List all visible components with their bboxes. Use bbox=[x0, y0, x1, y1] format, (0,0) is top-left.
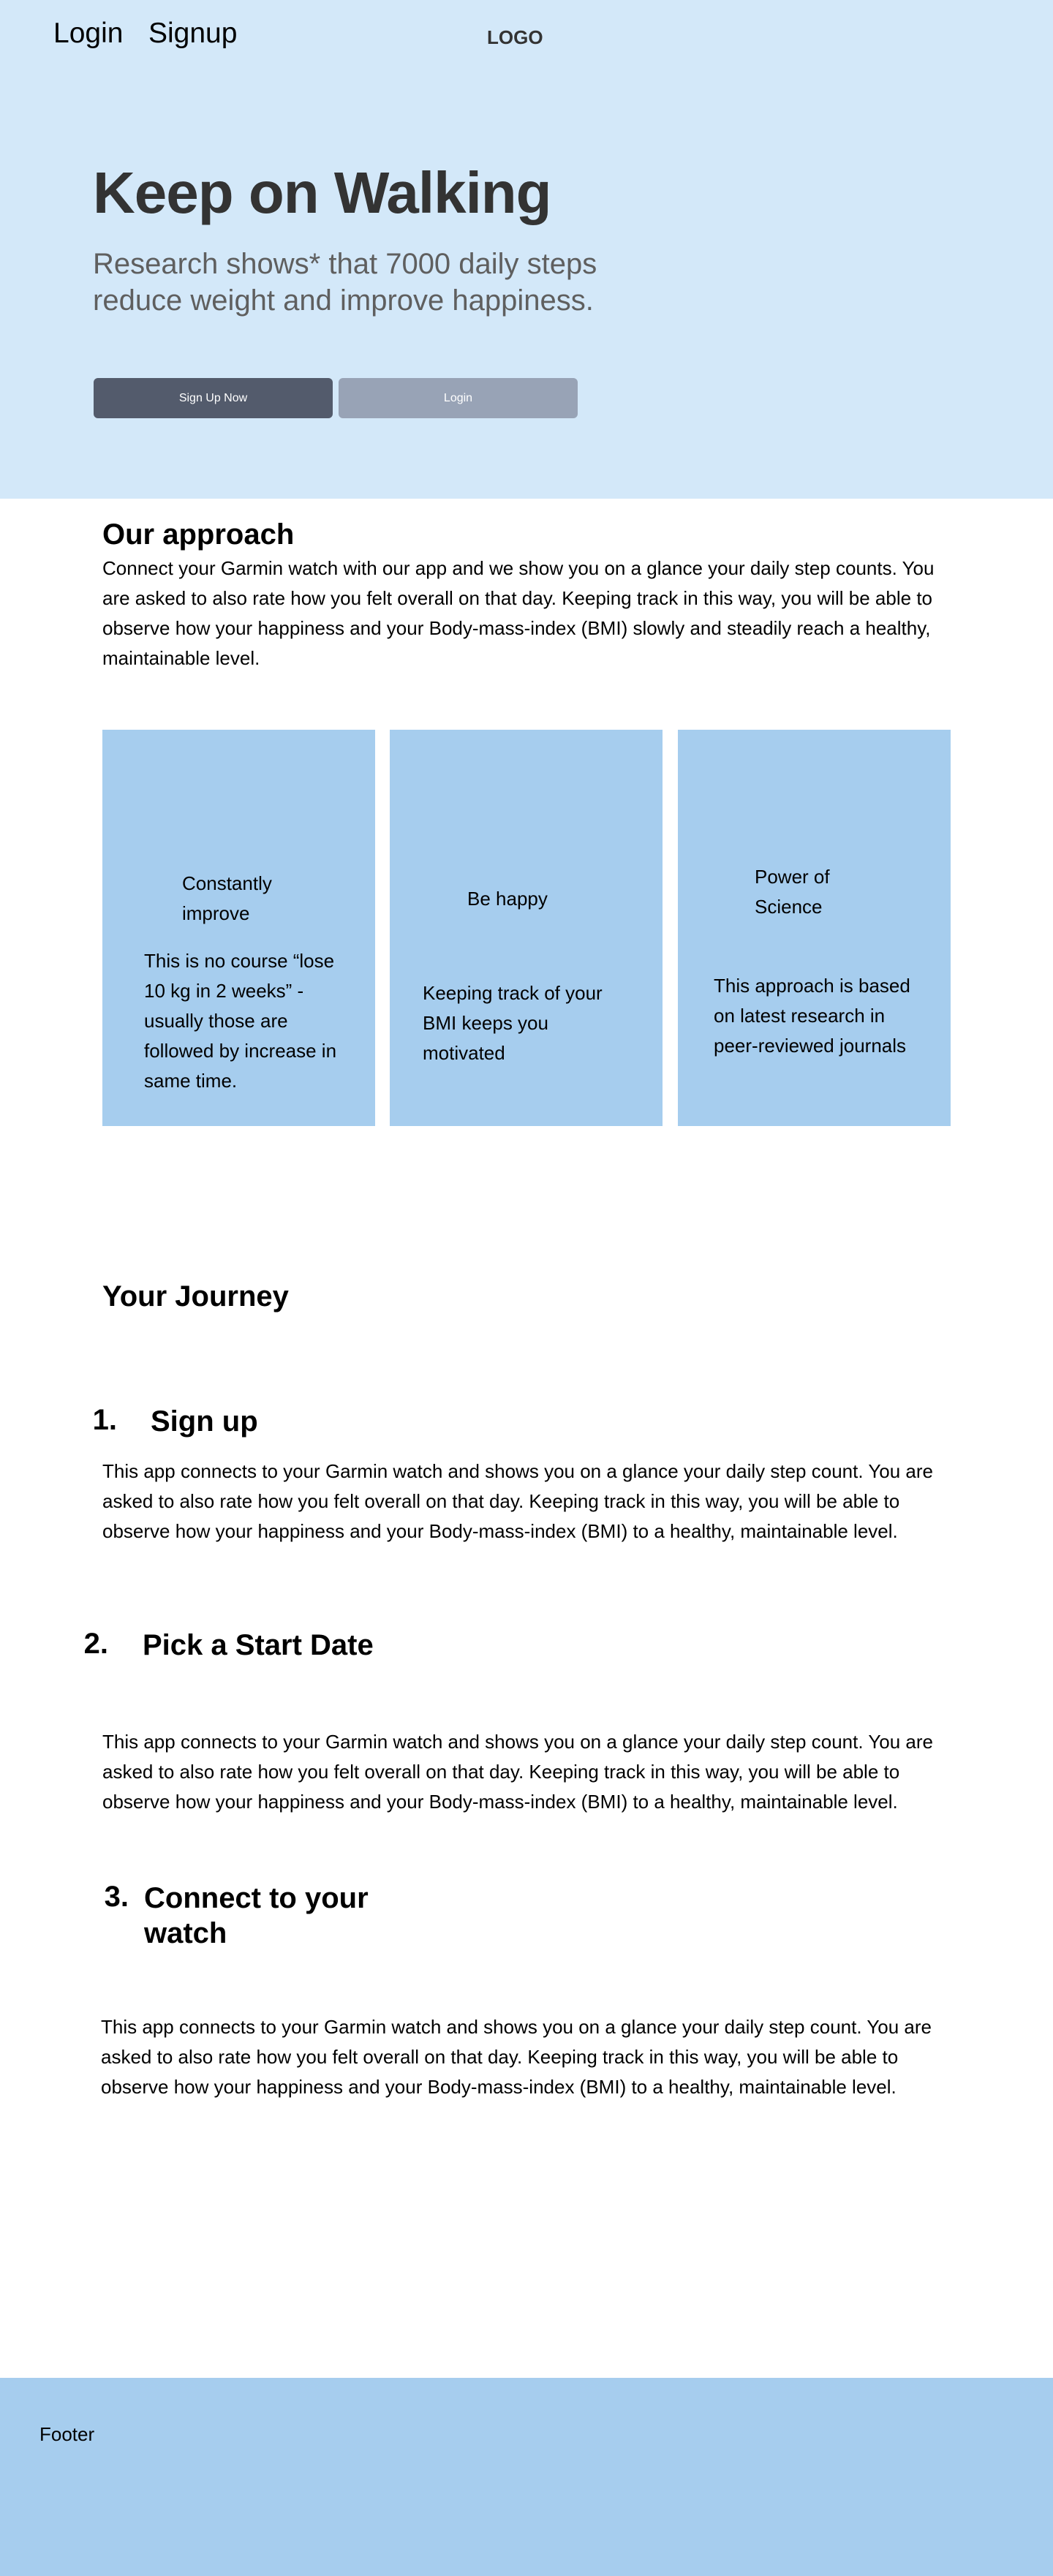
hero-title: Keep on Walking bbox=[93, 160, 552, 225]
footer-text: Footer bbox=[39, 2423, 95, 2445]
step-text: This app connects to your Garmin watch a… bbox=[101, 2016, 932, 2098]
journey-title: Your Journey bbox=[102, 1280, 289, 1312]
hero-subtitle: Research shows* that 7000 daily steps re… bbox=[93, 248, 597, 317]
card-heading: Be happy bbox=[467, 888, 548, 910]
footer: Footer bbox=[0, 2378, 1053, 2576]
approach-title: Our approach bbox=[102, 518, 295, 551]
approach-text: Connect your Garmin watch with our app a… bbox=[102, 557, 935, 669]
step-number: 2. bbox=[83, 1628, 108, 1660]
step-title-pick-start-date: Pick a Start Date bbox=[143, 1629, 374, 1661]
step-text: This app connects to your Garmin watch a… bbox=[102, 1731, 934, 1813]
hero-login-label: Login bbox=[443, 391, 473, 404]
feature-card-be-happy: Be happy Keeping track of your BMI keeps… bbox=[390, 730, 663, 1126]
card-heading: Constantly improve bbox=[182, 872, 272, 924]
card-text: Keeping track of your BMI keeps you moti… bbox=[423, 982, 603, 1064]
step-title-connect-watch: Connect to your watch bbox=[144, 1882, 369, 1949]
hero-login-button[interactable]: Login bbox=[339, 378, 578, 418]
step-number: 3. bbox=[104, 1881, 129, 1913]
landing-page: Login Signup LOGO Keep on Walking Resear… bbox=[0, 0, 1053, 2576]
sign-up-now-button[interactable]: Sign Up Now bbox=[94, 378, 333, 418]
card-text: This approach is based on latest researc… bbox=[714, 975, 910, 1057]
nav-login-link[interactable]: Login bbox=[53, 18, 123, 50]
feature-card-constantly-improve: Constantly improve This is no course “lo… bbox=[102, 730, 375, 1126]
step-number: 1. bbox=[92, 1404, 117, 1436]
logo: LOGO bbox=[487, 26, 543, 48]
feature-card-power-of-science: Power of Science This approach is based … bbox=[678, 730, 951, 1126]
step-title-sign-up: Sign up bbox=[151, 1405, 258, 1438]
sign-up-now-label: Sign Up Now bbox=[178, 391, 248, 404]
card-heading: Power of Science bbox=[755, 866, 830, 918]
nav-signup-link[interactable]: Signup bbox=[148, 18, 237, 50]
feature-cards: Constantly improve This is no course “lo… bbox=[102, 730, 951, 1126]
card-text: This is no course “lose 10 kg in 2 weeks… bbox=[144, 950, 337, 1092]
hero-section: Login Signup LOGO Keep on Walking Resear… bbox=[0, 0, 1053, 499]
step-text: This app connects to your Garmin watch a… bbox=[102, 1460, 934, 1542]
